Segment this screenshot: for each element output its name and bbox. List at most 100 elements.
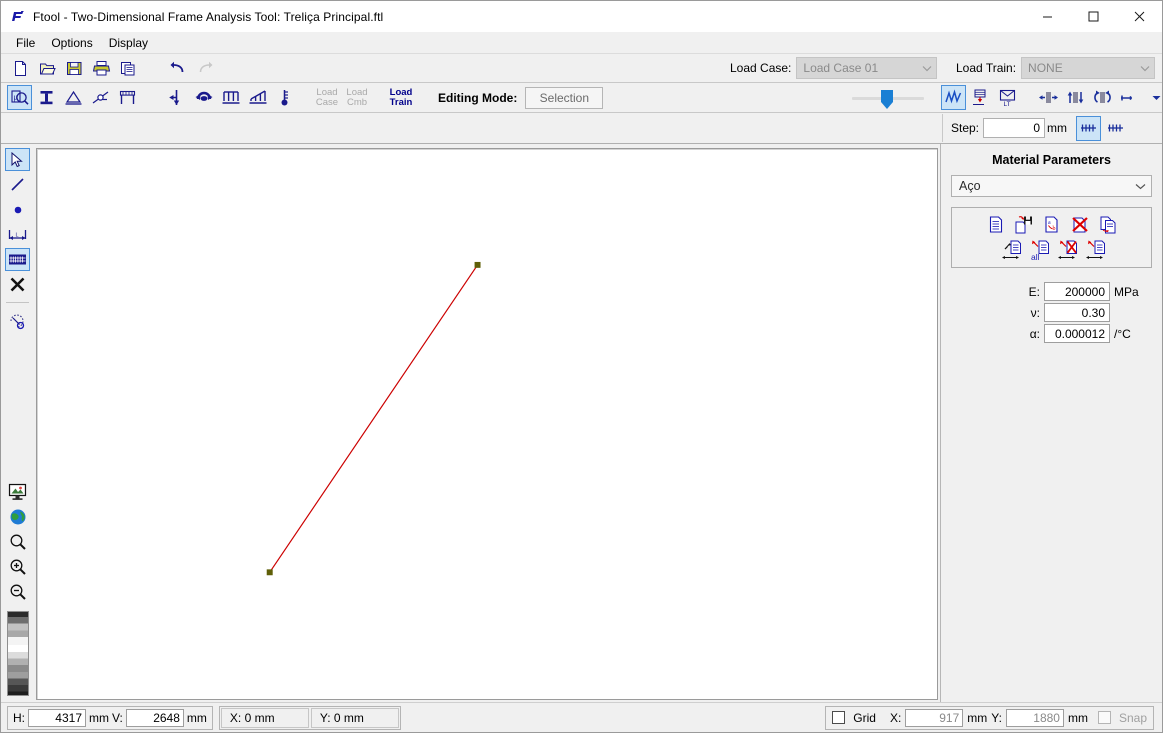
save-file-button[interactable]: [62, 56, 87, 81]
rename-material-button[interactable]: ab: [1039, 212, 1064, 236]
zoom-in-button[interactable]: [5, 555, 30, 578]
fit-window-button[interactable]: [5, 480, 30, 503]
menu-file[interactable]: File: [8, 34, 43, 52]
step-group: Step: 0 mm: [942, 114, 1129, 142]
origin-y-display: Y: 0 mm: [310, 707, 399, 728]
load-case-tab[interactable]: Load Case: [314, 87, 340, 108]
thermal-expansion-row: α: 0.000012 /°C: [951, 324, 1152, 343]
support-conditions-button[interactable]: [61, 85, 86, 110]
shear-force-diagram-button[interactable]: [1063, 85, 1088, 110]
bending-moment-diagram-button[interactable]: [1090, 85, 1115, 110]
new-file-button[interactable]: [8, 56, 33, 81]
frame-member[interactable]: [269, 264, 479, 573]
zoom-area-button[interactable]: [5, 530, 30, 553]
model-canvas[interactable]: [36, 148, 938, 700]
menu-display[interactable]: Display: [101, 34, 156, 52]
save-material-button[interactable]: [1011, 212, 1036, 236]
editing-mode-value[interactable]: Selection: [525, 86, 604, 109]
step-scale-fine-button[interactable]: [1076, 115, 1102, 141]
title-bar: Ftool - Two-Dimensional Frame Analysis T…: [1, 1, 1162, 32]
diagram-toolbar: LT: [852, 85, 1163, 110]
undo-button[interactable]: [165, 56, 190, 81]
cursor-y-input[interactable]: 1880: [1005, 708, 1064, 727]
load-train-dropdown[interactable]: NONE: [1021, 57, 1156, 79]
material-value: Aço: [959, 179, 981, 193]
grid-checkbox[interactable]: [832, 711, 846, 724]
node-tool-button[interactable]: [5, 198, 30, 221]
snap-checkbox[interactable]: [1097, 711, 1111, 724]
apply-material-to-all-button[interactable]: all: [1028, 238, 1053, 262]
v-input[interactable]: 2648: [125, 708, 184, 727]
chevron-down-icon: [1135, 179, 1146, 193]
close-button[interactable]: [1116, 1, 1162, 32]
load-case-dropdown[interactable]: Load Case 01: [796, 57, 938, 79]
cursor-x-unit: mm: [967, 710, 988, 725]
maximize-button[interactable]: [1070, 1, 1116, 32]
apply-material-to-selected-button[interactable]: [1000, 238, 1025, 262]
zoom-out-button[interactable]: [5, 580, 30, 603]
diagram-scale-slider[interactable]: [852, 89, 924, 109]
dimension-tool-button[interactable]: L: [5, 223, 30, 246]
linear-load-button[interactable]: [245, 85, 270, 110]
material-dropdown[interactable]: Aço: [951, 175, 1152, 197]
youngs-modulus-row: E: 200000 MPa: [951, 282, 1152, 301]
remove-material-from-selected-button[interactable]: [1056, 238, 1081, 262]
thermal-expansion-unit: /°C: [1114, 326, 1131, 341]
step-scale-coarse-button[interactable]: [1103, 116, 1128, 141]
frame-node[interactable]: [266, 569, 273, 576]
assign-material-button[interactable]: [1084, 238, 1109, 262]
load-combination-tab[interactable]: Load Cmb: [344, 87, 370, 108]
grid-snap-tool-button[interactable]: [5, 248, 30, 271]
thermal-expansion-input[interactable]: 0.000012: [1044, 324, 1110, 343]
cursor-y-label: Y:: [991, 710, 1002, 725]
file-toolbar: Load Case: Load Case 01 Load Train: NONE: [1, 53, 1162, 82]
diagram-options-button[interactable]: [1117, 85, 1142, 110]
axial-force-diagram-button[interactable]: [1036, 85, 1061, 110]
minimize-button[interactable]: [1024, 1, 1070, 32]
cursor-x-input[interactable]: 917: [905, 708, 964, 727]
open-file-button[interactable]: [35, 56, 60, 81]
slider-knob[interactable]: [880, 89, 894, 110]
menu-options[interactable]: Options: [43, 34, 100, 52]
temperature-load-button[interactable]: [272, 85, 297, 110]
left-tool-rail: L: [1, 144, 34, 702]
v-unit: mm: [186, 710, 207, 725]
load-train-tab-line2: Train: [389, 96, 413, 108]
step-input[interactable]: 0: [983, 118, 1046, 138]
copy-button[interactable]: [116, 56, 141, 81]
model-canvas-svg: [266, 261, 481, 576]
rotate-tool-button[interactable]: [5, 309, 30, 332]
h-input[interactable]: 4317: [28, 708, 86, 727]
print-button[interactable]: [89, 56, 114, 81]
deformed-shape-button[interactable]: [968, 85, 993, 110]
step-toolbar: Step: 0 mm: [1, 113, 1162, 144]
grayscale-scale-bar[interactable]: [6, 611, 29, 696]
hinge-button[interactable]: [88, 85, 113, 110]
material-action-buttons: ab all: [951, 207, 1152, 268]
influence-line-button[interactable]: LT: [995, 85, 1020, 110]
model-dimensions-group: H: 4317 mm V: 2648 mm: [7, 705, 213, 730]
new-material-button[interactable]: [983, 212, 1008, 236]
diagram-dropdown-arrow[interactable]: [1144, 85, 1163, 110]
delete-tool-button[interactable]: [5, 273, 30, 296]
youngs-modulus-input[interactable]: 200000: [1044, 282, 1110, 301]
poisson-ratio-input[interactable]: 0.30: [1044, 303, 1110, 322]
uniform-load-button[interactable]: [218, 85, 243, 110]
diagram-display-button[interactable]: [941, 85, 966, 110]
redo-button[interactable]: [192, 56, 217, 81]
load-train-tab[interactable]: Load Train: [388, 87, 414, 108]
frame-node[interactable]: [474, 261, 481, 268]
delete-material-button[interactable]: [1067, 212, 1092, 236]
step-label: Step:: [951, 121, 980, 135]
nodal-force-button[interactable]: [164, 85, 189, 110]
frame-support-button[interactable]: [115, 85, 140, 110]
nodal-moment-button[interactable]: [191, 85, 216, 110]
origin-x-display: X: 0 mm: [220, 707, 309, 728]
material-parameters-button[interactable]: μ: [7, 85, 32, 110]
global-view-button[interactable]: [5, 505, 30, 528]
cross-section-button[interactable]: [34, 85, 59, 110]
copy-material-button[interactable]: [1095, 212, 1120, 236]
line-tool-button[interactable]: [5, 173, 30, 196]
svg-text:LT: LT: [1004, 101, 1011, 107]
select-tool-button[interactable]: [5, 148, 30, 171]
